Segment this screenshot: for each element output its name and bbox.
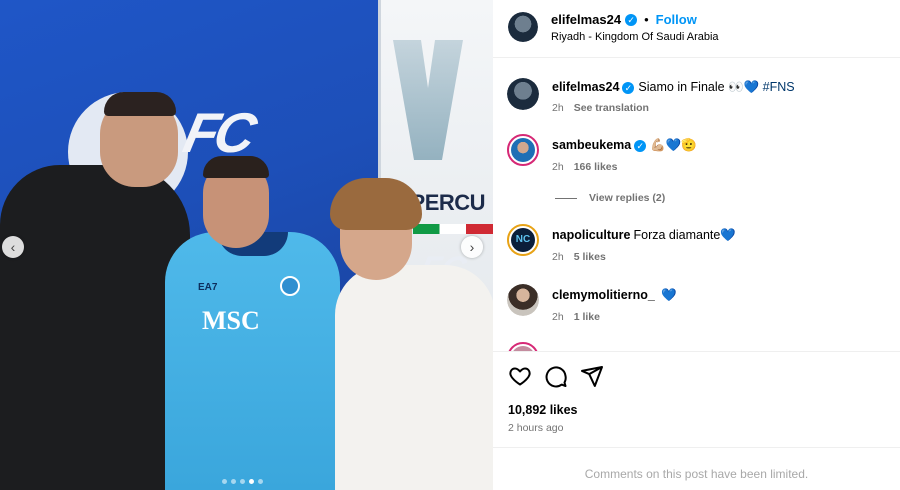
hashtag-link[interactable]: #FNS	[763, 80, 795, 94]
carousel-dot	[240, 479, 245, 484]
comment-likes[interactable]: 166 likes	[574, 161, 618, 173]
comment-text: clemymolitierno_ 💙	[552, 288, 677, 303]
caption-time: 2h	[552, 102, 564, 114]
person-center-jersey	[165, 232, 340, 490]
post-side-panel: elifelmas24 ✓ • Follow Riyadh - Kingdom …	[493, 0, 900, 490]
share-icon[interactable]	[580, 364, 604, 388]
person-right-shirt	[335, 265, 493, 490]
follow-button[interactable]: Follow	[656, 12, 697, 27]
location-link[interactable]: Riyadh - Kingdom Of Saudi Arabia	[551, 31, 719, 43]
verified-icon: ✓	[634, 140, 647, 152]
comment-likes[interactable]: 1 like	[574, 311, 600, 323]
post-timestamp: 2 hours ago	[508, 422, 564, 434]
jersey-sponsor: MSC	[202, 306, 260, 335]
header-user-line: elifelmas24 ✓ • Follow	[551, 12, 697, 27]
person-left-coat	[0, 165, 190, 490]
carousel-dot	[222, 479, 227, 484]
comment-username[interactable]: clemymolitierno_	[552, 288, 655, 302]
carousel-dot-active	[249, 479, 254, 484]
comment-meta: 2h 166 likes	[552, 161, 617, 173]
post-header: elifelmas24 ✓ • Follow Riyadh - Kingdom …	[493, 0, 900, 58]
caption-body: Siamo in Finale 👀💙	[638, 80, 760, 94]
avatar[interactable]: NC	[507, 224, 539, 256]
post-actions: 10,892 likes 2 hours ago	[493, 351, 900, 447]
view-replies-button[interactable]: View replies (2)	[555, 192, 665, 204]
avatar[interactable]	[508, 12, 538, 42]
person-center-hair	[203, 156, 269, 178]
comment-body: Forza diamante💙	[633, 228, 736, 242]
person-right-hair	[330, 178, 422, 230]
comment-text: sambeukema ✓ 💪🏼💙🫡	[552, 138, 697, 153]
view-replies-label: View replies (2)	[589, 192, 666, 204]
header-username[interactable]: elifelmas24	[551, 12, 621, 27]
comment-icon[interactable]	[544, 364, 568, 388]
comment-text: napoliculture Forza diamante💙	[552, 228, 736, 243]
avatar[interactable]	[507, 342, 539, 351]
verified-icon: ✓	[625, 13, 638, 26]
comment-time: 2h	[552, 161, 564, 173]
chevron-right-icon[interactable]: ›	[461, 236, 483, 258]
carousel-dot	[231, 479, 236, 484]
heart-icon[interactable]	[508, 364, 532, 388]
carousel-dot	[258, 479, 263, 484]
post-photo[interactable]: SUPERCU FC FC EA7 MSC ‹ ›	[0, 0, 493, 490]
avatar[interactable]	[507, 284, 539, 316]
see-translation-button[interactable]: See translation	[574, 102, 649, 114]
replies-divider	[555, 197, 577, 199]
avatar[interactable]	[507, 134, 539, 166]
likes-count[interactable]: 10,892 likes	[508, 403, 578, 417]
verified-icon: ✓	[622, 82, 635, 94]
separator-dot: •	[644, 12, 649, 27]
napoli-badge-icon	[280, 276, 300, 296]
comment-likes[interactable]: 5 likes	[574, 251, 606, 263]
comment-meta: 2h 5 likes	[552, 251, 606, 263]
jersey-brand: EA7	[198, 282, 218, 293]
caption-meta: 2h See translation	[552, 102, 649, 114]
caption-text: elifelmas24 ✓ Siamo in Finale 👀💙 #FNS	[552, 80, 795, 95]
chevron-left-icon[interactable]: ‹	[2, 236, 24, 258]
comment-time: 2h	[552, 251, 564, 263]
comment-meta: 2h 1 like	[552, 311, 600, 323]
comment-body: 💙	[661, 288, 677, 302]
caption-username[interactable]: elifelmas24	[552, 80, 619, 94]
comment-username[interactable]: napoliculture	[552, 228, 630, 242]
avatar-initials: NC	[511, 228, 535, 252]
carousel-dots	[222, 479, 263, 484]
comment-username[interactable]: sambeukema	[552, 138, 631, 152]
comment-time: 2h	[552, 311, 564, 323]
avatar[interactable]	[507, 78, 539, 110]
comments-list[interactable]: elifelmas24 ✓ Siamo in Finale 👀💙 #FNS 2h S…	[493, 58, 900, 351]
italian-flag-strip	[413, 224, 493, 234]
person-left-hair	[104, 92, 176, 116]
comments-limited-notice: Comments on this post have been limited.	[493, 447, 900, 490]
comment-body: 💪🏼💙🫡	[650, 138, 697, 152]
